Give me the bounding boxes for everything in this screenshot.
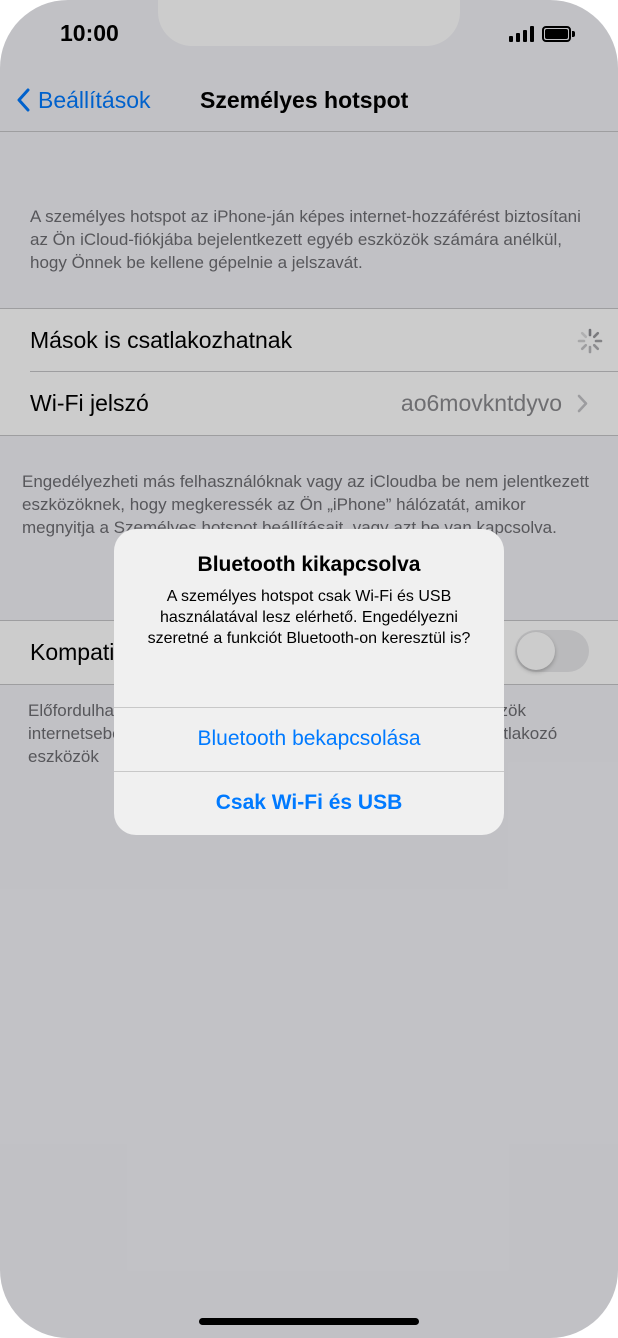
alert-title: Bluetooth kikapcsolva xyxy=(197,553,421,576)
wifi-usb-only-button[interactable]: Csak Wi-Fi és USB xyxy=(114,771,504,834)
phone-screen: 10:00 Beállítások Személyes hotspot A sz… xyxy=(0,0,618,1338)
alert-message: A személyes hotspot csak Wi-Fi és USB ha… xyxy=(147,588,471,647)
bluetooth-alert: Bluetooth kikapcsolva A személyes hotspo… xyxy=(114,529,504,835)
home-indicator[interactable] xyxy=(199,1318,419,1325)
turn-on-bluetooth-button[interactable]: Bluetooth bekapcsolása xyxy=(114,707,504,770)
